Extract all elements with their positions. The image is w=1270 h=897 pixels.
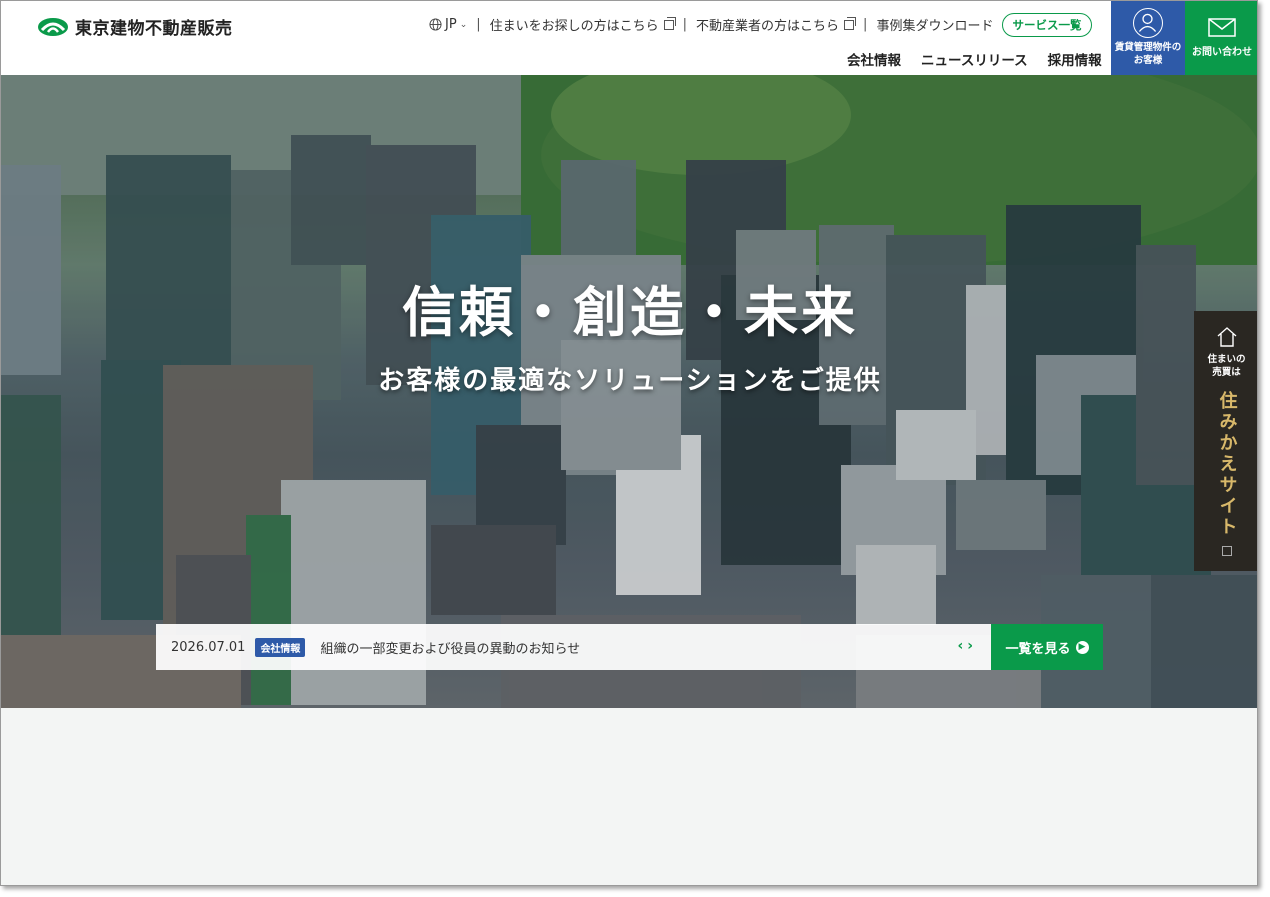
- news-title[interactable]: 組織の一部変更および役員の異動のお知らせ: [320, 638, 580, 657]
- logo-mark-icon: [38, 17, 68, 36]
- nav-recruit[interactable]: 採用情報: [1048, 49, 1102, 69]
- hero-title: 信頼・創造・未来: [402, 281, 858, 344]
- side-tab-title: 住みかえサイト: [1216, 391, 1238, 538]
- language-label: JP: [445, 17, 457, 32]
- hero-section: 信頼・創造・未来 お客様の最適なソリューションをご提供 住まいの 売買は 住みか…: [1, 75, 1257, 708]
- contact-label: お問い合わせ: [1192, 47, 1252, 58]
- service-list-button[interactable]: サービス一覧: [1002, 13, 1092, 37]
- browser-page: 東京建物不動産販売 JP ⌄ | 住まいをお探しの方はこちら | 不動産業者の方…: [0, 0, 1258, 886]
- nav-news-release[interactable]: ニュースリリース: [921, 49, 1028, 69]
- chevron-down-icon: ⌄: [459, 19, 468, 30]
- chevron-left-icon[interactable]: ‹: [957, 638, 967, 654]
- sumikae-site-tab[interactable]: 住まいの 売買は 住みかえサイト: [1194, 311, 1257, 571]
- news-ticker[interactable]: 2026.07.01 会社情報 組織の一部変更および役員の異動のお知らせ ‹›: [156, 624, 991, 670]
- news-category-badge: 会社情報: [255, 637, 306, 657]
- hero-subtitle: お客様の最適なソリューションをご提供: [378, 366, 882, 396]
- house-icon: [1217, 327, 1236, 347]
- tenant-label-line1: 賃貸管理物件の: [1114, 42, 1182, 53]
- mail-icon: [1208, 18, 1236, 37]
- arrow-right-icon: ▶: [1075, 640, 1089, 654]
- news-date: 2026.07.01: [171, 639, 246, 655]
- external-link-icon: [1221, 546, 1232, 556]
- side-tab-label-line1: 住まいの: [1207, 354, 1246, 365]
- utility-nav: JP ⌄ | 住まいをお探しの方はこちら | 不動産業者の方はこちら | 事例集…: [429, 15, 993, 34]
- divider: |: [682, 17, 688, 32]
- side-tab-label-line2: 売買は: [1212, 367, 1241, 378]
- divider: |: [476, 17, 481, 32]
- main-nav: 会社情報 ニュースリリース 採用情報: [847, 49, 1102, 69]
- link-case-download[interactable]: 事例集ダウンロード: [876, 15, 993, 34]
- brand-name: 東京建物不動産販売: [75, 19, 233, 39]
- site-logo[interactable]: 東京建物不動産販売: [37, 14, 233, 39]
- external-link-icon: [663, 16, 676, 30]
- globe-icon: [429, 18, 442, 31]
- link-realestate-agents[interactable]: 不動産業者の方はこちら: [696, 15, 857, 34]
- link-home-search[interactable]: 住まいをお探しの方はこちら: [489, 15, 676, 34]
- nav-company-info[interactable]: 会社情報: [847, 49, 901, 69]
- side-tab-label: 住まいの 売買は: [1207, 353, 1245, 379]
- news-list-button[interactable]: 一覧を見る ▶: [991, 624, 1103, 670]
- contact-button[interactable]: お問い合わせ: [1185, 1, 1257, 75]
- tenant-label-line2: お客様: [1133, 55, 1163, 66]
- user-icon: [1133, 8, 1163, 38]
- divider: |: [863, 17, 868, 32]
- tenant-button[interactable]: 賃貸管理物件の お客様: [1111, 1, 1185, 75]
- site-header: 東京建物不動産販売 JP ⌄ | 住まいをお探しの方はこちら | 不動産業者の方…: [1, 1, 1257, 75]
- language-selector[interactable]: JP ⌄: [429, 17, 467, 32]
- chevron-right-icon[interactable]: ›: [967, 638, 977, 654]
- news-prev-next-arrows[interactable]: ‹›: [957, 638, 977, 654]
- link-home-search-label: 住まいをお探しの方はこちら: [489, 19, 659, 34]
- link-case-download-label: 事例集ダウンロード: [876, 19, 994, 34]
- content-below-hero: [1, 708, 1257, 885]
- link-realestate-agents-label: 不動産業者の方はこちら: [696, 19, 840, 34]
- news-list-label: 一覧を見る: [1005, 641, 1071, 657]
- external-link-icon: [844, 16, 857, 30]
